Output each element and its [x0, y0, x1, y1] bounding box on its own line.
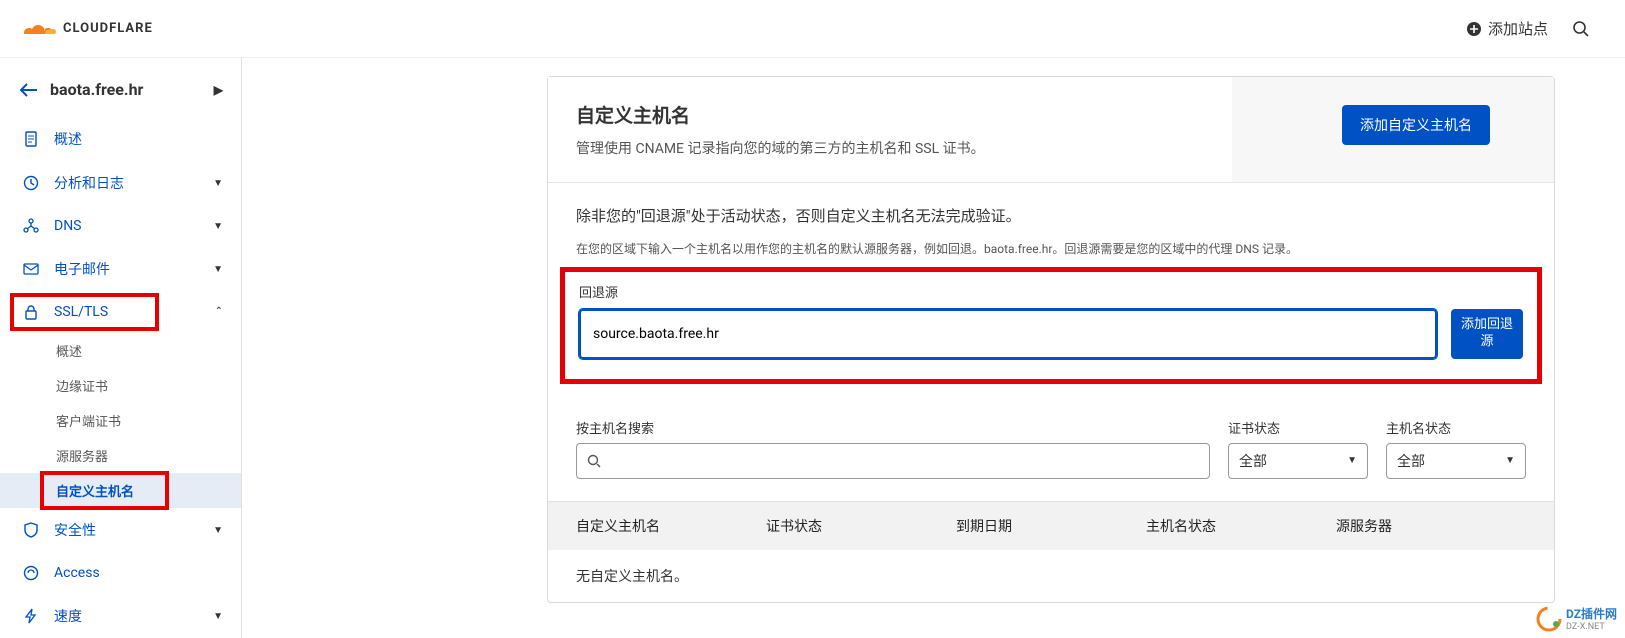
plus-circle-icon: [1466, 21, 1482, 37]
watermark-text: DZ插件网: [1566, 607, 1617, 621]
add-site-label: 添加站点: [1488, 18, 1548, 39]
chevron-down-icon: ▼: [213, 221, 223, 232]
nav-speed[interactable]: 速度 ▼: [0, 594, 241, 638]
cert-status-select[interactable]: 全部 ▼: [1228, 443, 1368, 479]
chevron-right-icon: ▶: [214, 83, 223, 97]
chevron-down-icon: ▼: [213, 611, 223, 622]
th-cert: 证书状态: [766, 516, 956, 536]
back-arrow-icon[interactable]: [20, 83, 38, 97]
chevron-down-icon: ▼: [213, 178, 223, 189]
custom-hostnames-panel: 自定义主机名 管理使用 CNAME 记录指向您的域的第三方的主机名和 SSL 证…: [547, 76, 1555, 603]
host-status-label: 主机名状态: [1386, 418, 1526, 437]
sidebar: baota.free.hr ▶ 概述 分析和日志 ▼ DNS ▼ 电子邮件 ▼ …: [0, 58, 242, 638]
watermark-sub: DZ-X.NET: [1566, 622, 1617, 632]
search-label: 按主机名搜索: [576, 418, 1210, 437]
fallback-origin-section: 回退源 添加回退源: [560, 267, 1542, 384]
lock-icon: [22, 303, 40, 321]
network-icon: [22, 217, 40, 235]
ssl-sub-overview[interactable]: 概述: [0, 333, 241, 368]
add-fallback-button[interactable]: 添加回退源: [1451, 309, 1523, 359]
search-icon: [587, 454, 601, 468]
nav-analytics-label: 分析和日志: [54, 173, 124, 193]
fallback-warning: 除非您的"回退源"处于活动状态，否则自定义主机名无法完成验证。: [576, 205, 1526, 226]
nav-dns[interactable]: DNS ▼: [0, 205, 241, 247]
host-status-select[interactable]: 全部 ▼: [1386, 443, 1526, 479]
nav-analytics[interactable]: 分析和日志 ▼: [0, 161, 241, 205]
th-origin: 源服务器: [1336, 516, 1526, 536]
domain-name: baota.free.hr: [50, 80, 143, 99]
nav-ssl[interactable]: SSL/TLS ⌃: [0, 291, 241, 333]
fallback-label: 回退源: [579, 282, 1523, 301]
search-icon[interactable]: [1572, 20, 1590, 38]
ssl-sub-custom-hostnames[interactable]: 自定义主机名: [0, 473, 241, 508]
hostname-search-input[interactable]: [601, 453, 1199, 469]
add-custom-hostname-button[interactable]: 添加自定义主机名: [1342, 105, 1490, 145]
nav-overview-label: 概述: [54, 129, 82, 149]
nav-email[interactable]: 电子邮件 ▼: [0, 247, 241, 291]
nav-security[interactable]: 安全性 ▼: [0, 508, 241, 552]
hostname-search-box[interactable]: [576, 443, 1210, 479]
th-expiry: 到期日期: [956, 516, 1146, 536]
main-content: 自定义主机名 管理使用 CNAME 记录指向您的域的第三方的主机名和 SSL 证…: [242, 58, 1625, 638]
chevron-down-icon: ▼: [1347, 455, 1357, 466]
ssl-sub-client[interactable]: 客户端证书: [0, 403, 241, 438]
ssl-sub-origin[interactable]: 源服务器: [0, 438, 241, 473]
chevron-down-icon: ▼: [213, 525, 223, 536]
table-header: 自定义主机名 证书状态 到期日期 主机名状态 源服务器: [548, 501, 1554, 550]
nav-access[interactable]: Access: [0, 552, 241, 594]
add-site-button[interactable]: 添加站点: [1466, 18, 1548, 39]
cloudflare-logo[interactable]: CLOUDFLARE: [18, 18, 153, 40]
brand-text: CLOUDFLARE: [63, 21, 153, 36]
nav-speed-label: 速度: [54, 606, 82, 626]
nav-email-label: 电子邮件: [54, 259, 110, 279]
th-hostname: 自定义主机名: [576, 516, 766, 536]
panel-subtitle: 管理使用 CNAME 记录指向您的域的第三方的主机名和 SSL 证书。: [576, 138, 1306, 158]
access-icon: [22, 564, 40, 582]
fallback-help: 在您的区域下输入一个主机名以用作您的主机名的默认源服务器，例如回退。baota.…: [576, 240, 1526, 257]
shield-icon: [22, 521, 40, 539]
fallback-origin-input[interactable]: [579, 309, 1437, 359]
chevron-down-icon: ▼: [213, 264, 223, 275]
ssl-sub-edge[interactable]: 边缘证书: [0, 368, 241, 403]
cert-status-value: 全部: [1239, 451, 1267, 471]
document-icon: [22, 130, 40, 148]
domain-selector[interactable]: baota.free.hr ▶: [0, 70, 241, 117]
nav-overview[interactable]: 概述: [0, 117, 241, 161]
watermark: DZ插件网 DZ-X.NET: [1536, 605, 1617, 632]
watermark-icon: [1536, 606, 1562, 632]
empty-table-message: 无自定义主机名。: [548, 550, 1554, 602]
nav-ssl-label: SSL/TLS: [54, 304, 108, 320]
cert-status-label: 证书状态: [1228, 418, 1368, 437]
nav-security-label: 安全性: [54, 520, 96, 540]
clock-icon: [22, 174, 40, 192]
nav-dns-label: DNS: [54, 218, 82, 234]
email-icon: [22, 260, 40, 278]
panel-title: 自定义主机名: [576, 101, 1306, 128]
th-hoststatus: 主机名状态: [1146, 516, 1336, 536]
chevron-down-icon: ▼: [1505, 455, 1515, 466]
nav-access-label: Access: [54, 565, 100, 581]
host-status-value: 全部: [1397, 451, 1425, 471]
lightning-icon: [22, 607, 40, 625]
chevron-up-icon: ⌃: [215, 306, 223, 317]
